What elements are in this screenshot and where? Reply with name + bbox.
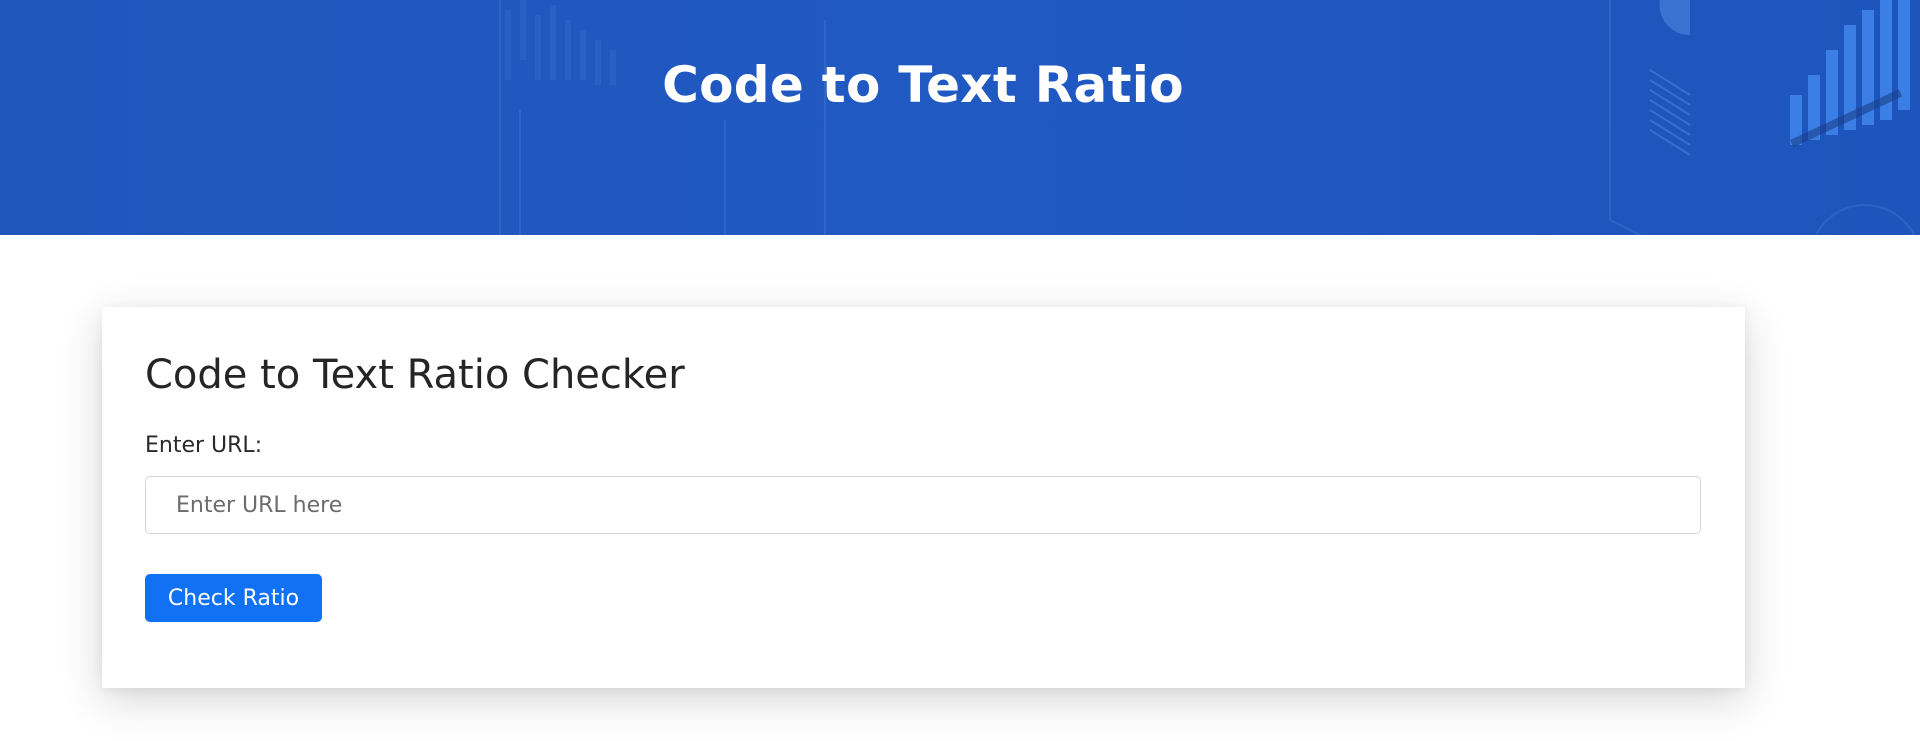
checker-card: Code to Text Ratio Checker Enter URL: Ch… — [102, 307, 1745, 688]
url-input[interactable] — [145, 476, 1701, 534]
url-label: Enter URL: — [145, 433, 263, 458]
hero-banner: Code to Text Ratio — [0, 0, 1920, 235]
check-ratio-button[interactable]: Check Ratio — [145, 574, 322, 622]
page-title: Code to Text Ratio — [662, 56, 1184, 114]
hero-background-graphic — [499, 0, 1916, 235]
card-title: Code to Text Ratio Checker — [145, 352, 685, 398]
